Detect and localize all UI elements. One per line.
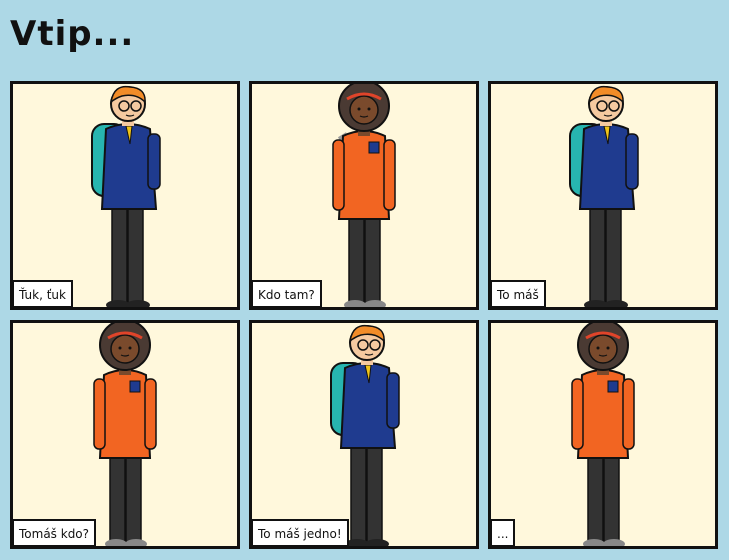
boy-character xyxy=(91,85,161,307)
boy-character xyxy=(569,85,639,307)
comic-panel-2: Kdo tam? xyxy=(249,81,479,310)
speech-caption: Ťuk, ťuk xyxy=(13,280,73,307)
comic-panel-5: To máš jedno! xyxy=(249,320,479,549)
speech-caption: Tomáš kdo? xyxy=(13,519,97,546)
comic-panel-1: Ťuk, ťuk xyxy=(10,81,240,310)
boy-character xyxy=(330,324,400,546)
girl-character xyxy=(571,323,635,546)
speech-caption: To máš jedno! xyxy=(252,519,349,546)
comic-panel-4: Tomáš kdo? xyxy=(10,320,240,549)
speech-caption: Kdo tam? xyxy=(252,280,322,307)
speech-caption: To máš xyxy=(491,280,546,307)
girl-character xyxy=(332,84,396,307)
comic-panel-3: To máš xyxy=(488,81,718,310)
speech-caption: ... xyxy=(491,519,516,546)
comic-title: Vtip... xyxy=(10,14,135,54)
girl-character xyxy=(93,323,157,546)
comic-panel-6: ... xyxy=(488,320,718,549)
